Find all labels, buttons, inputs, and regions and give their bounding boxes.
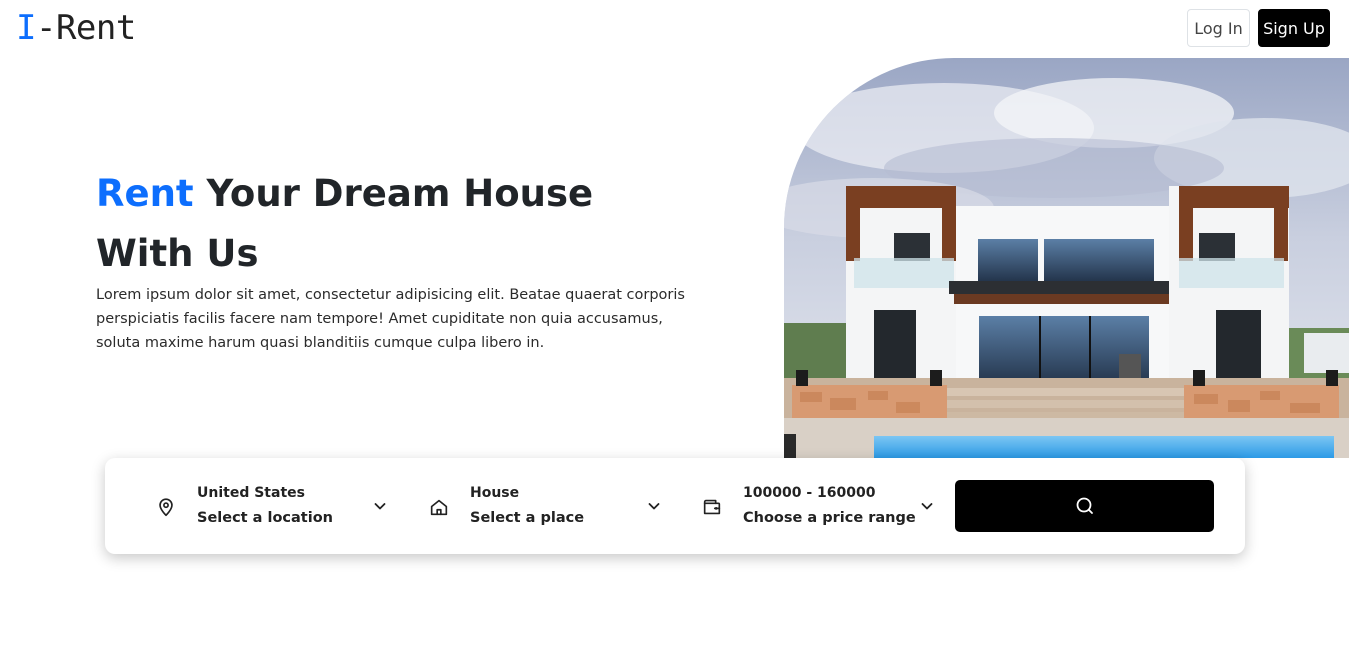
signup-button[interactable]: Sign Up	[1258, 9, 1330, 47]
place-value: House	[470, 485, 520, 501]
hero-title: Rent Your Dream House With Us	[96, 164, 676, 284]
chevron-down-icon	[921, 503, 933, 510]
brand-logo[interactable]: I-Rent	[16, 6, 136, 50]
location-label: Select a location	[197, 510, 333, 526]
place-select[interactable]: House Select a place	[428, 458, 668, 554]
location-select[interactable]: United States Select a location	[155, 458, 395, 554]
chevron-down-icon	[374, 503, 386, 510]
home-icon	[430, 499, 448, 516]
search-bar: United States Select a location House Se…	[105, 458, 1245, 554]
chevron-down-icon	[648, 503, 660, 510]
price-value: 100000 - 160000	[743, 485, 876, 501]
search-icon	[1076, 497, 1093, 514]
logo-accent: I	[16, 8, 36, 48]
logo-text: -Rent	[35, 8, 136, 48]
login-button[interactable]: Log In	[1187, 9, 1250, 47]
location-value: United States	[197, 485, 305, 501]
price-select[interactable]: 100000 - 160000 Choose a price range	[701, 458, 941, 554]
wallet-icon	[703, 499, 721, 515]
navbar: I-Rent Log In Sign Up	[0, 0, 1349, 56]
search-button[interactable]	[955, 480, 1214, 532]
hero-title-accent: Rent	[96, 172, 194, 215]
map-pin-icon	[159, 498, 173, 517]
price-label: Choose a price range	[743, 510, 916, 526]
house-image	[784, 58, 1349, 458]
hero-description: Lorem ipsum dolor sit amet, consectetur …	[96, 287, 685, 351]
place-label: Select a place	[470, 510, 585, 526]
